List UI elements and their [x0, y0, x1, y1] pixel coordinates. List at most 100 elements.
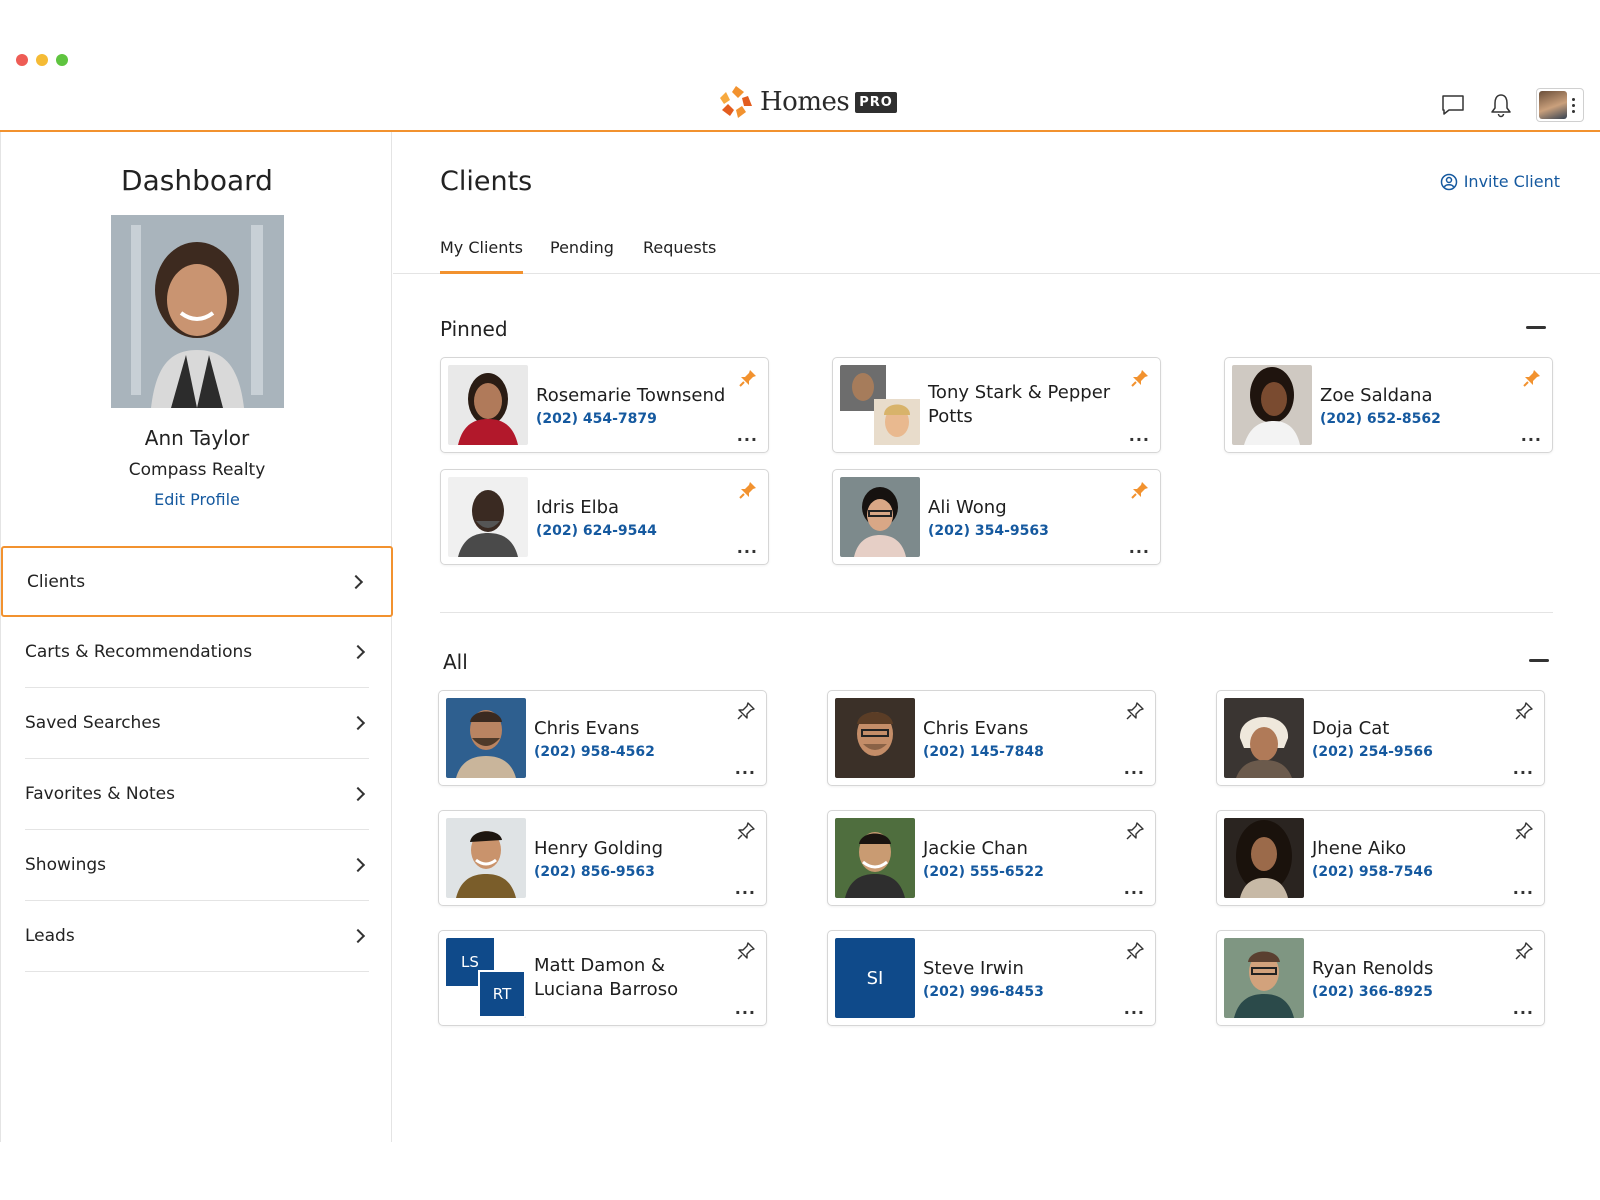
collapse-pinned-button[interactable]: [1526, 326, 1546, 329]
more-options-icon[interactable]: ...: [1129, 428, 1150, 444]
pin-outline-icon[interactable]: [736, 821, 756, 841]
sidebar-item-saved-searches[interactable]: Saved Searches: [25, 688, 369, 759]
client-photo-pair: [840, 365, 920, 445]
client-card[interactable]: Idris Elba (202) 624-9544 ...: [440, 469, 769, 565]
chat-icon[interactable]: [1440, 92, 1466, 118]
collapse-all-button[interactable]: [1529, 659, 1549, 662]
client-card[interactable]: Jackie Chan (202) 555-6522 ...: [827, 810, 1156, 906]
client-name: Jhene Aiko: [1312, 837, 1407, 859]
chevron-right-icon: [350, 786, 366, 802]
close-window-dot[interactable]: [16, 54, 28, 66]
client-name: Idris Elba: [536, 496, 620, 518]
pin-outline-icon[interactable]: [736, 701, 756, 721]
sidebar-item-carts[interactable]: Carts & Recommendations: [25, 617, 369, 688]
more-options-icon[interactable]: ...: [735, 1001, 756, 1017]
pin-outline-icon[interactable]: [1514, 821, 1534, 841]
client-phone[interactable]: (202) 856-9563: [534, 864, 734, 880]
profile-name: Ann Taylor: [144, 426, 250, 450]
client-name: Chris Evans: [534, 717, 640, 739]
more-options-icon[interactable]: ...: [1124, 881, 1145, 897]
client-card[interactable]: Doja Cat (202) 254-9566 ...: [1216, 690, 1545, 786]
client-card[interactable]: Zoe Saldana (202) 652-8562 ...: [1224, 357, 1553, 453]
pin-outline-icon[interactable]: [1514, 941, 1534, 961]
client-name: Chris Evans: [923, 717, 1029, 739]
more-options-icon[interactable]: ...: [1521, 428, 1542, 444]
pin-icon[interactable]: [1522, 368, 1542, 388]
brand-name: Homes: [760, 87, 850, 117]
pin-icon[interactable]: [738, 480, 758, 500]
more-options-icon[interactable]: ...: [1513, 1001, 1534, 1017]
tab-requests[interactable]: Requests: [643, 238, 716, 271]
more-options-icon[interactable]: ...: [735, 881, 756, 897]
main-content: Clients Invite Client My Clients Pending…: [393, 132, 1600, 1142]
client-card[interactable]: Ali Wong (202) 354-9563 ...: [832, 469, 1161, 565]
chevron-right-icon: [350, 644, 366, 660]
homes-pro-logo[interactable]: Homes PRO: [718, 84, 897, 120]
top-header: Homes PRO: [0, 74, 1600, 132]
more-options-icon[interactable]: ...: [1124, 761, 1145, 777]
client-card[interactable]: Rosemarie Townsend (202) 454-7879 ...: [440, 357, 769, 453]
client-phone[interactable]: (202) 354-9563: [928, 523, 1128, 539]
pin-outline-icon[interactable]: [1125, 701, 1145, 721]
sidebar-item-favorites[interactable]: Favorites & Notes: [25, 759, 369, 830]
sidebar-item-label: Clients: [27, 571, 86, 592]
client-initials: RT: [478, 970, 526, 1018]
client-card[interactable]: LS RT Matt Damon & Luciana Barroso ...: [438, 930, 767, 1026]
all-section-title: All: [443, 650, 468, 674]
client-photo: [835, 698, 915, 778]
client-phone[interactable]: (202) 996-8453: [923, 984, 1123, 1000]
client-card[interactable]: Henry Golding (202) 856-9563 ...: [438, 810, 767, 906]
more-options-icon[interactable]: ...: [1513, 761, 1534, 777]
invite-icon: [1440, 173, 1457, 190]
minimize-window-dot[interactable]: [36, 54, 48, 66]
more-options-icon[interactable]: ...: [1124, 1001, 1145, 1017]
tab-my-clients[interactable]: My Clients: [440, 238, 524, 274]
more-options-icon[interactable]: ...: [737, 540, 758, 556]
client-phone[interactable]: (202) 454-7879: [536, 411, 736, 427]
client-name: Steve Irwin: [923, 957, 1024, 979]
pin-outline-icon[interactable]: [1125, 941, 1145, 961]
avatar: [1539, 91, 1567, 119]
client-phone[interactable]: (202) 652-8562: [1320, 411, 1520, 427]
client-card[interactable]: Tony Stark & Pepper Potts ...: [832, 357, 1161, 453]
client-phone[interactable]: (202) 624-9544: [536, 523, 736, 539]
pin-icon[interactable]: [1130, 368, 1150, 388]
edit-profile-link[interactable]: Edit Profile: [1, 490, 393, 509]
more-options-icon[interactable]: ...: [1513, 881, 1534, 897]
sidebar-item-showings[interactable]: Showings: [25, 830, 369, 901]
invite-client-button[interactable]: Invite Client: [1440, 172, 1560, 191]
account-menu-button[interactable]: [1536, 88, 1584, 122]
profile-company: Compass Realty: [128, 460, 266, 480]
client-phone[interactable]: (202) 366-8925: [1312, 984, 1512, 1000]
client-phone[interactable]: (202) 145-7848: [923, 744, 1123, 760]
more-options-icon[interactable]: ...: [735, 761, 756, 777]
client-photo: [448, 477, 528, 557]
sidebar: Dashboard Ann Taylor Compass Realty Edit…: [0, 132, 393, 1142]
more-options-icon[interactable]: ...: [737, 428, 758, 444]
pin-outline-icon[interactable]: [1514, 701, 1534, 721]
client-phone[interactable]: (202) 555-6522: [923, 864, 1123, 880]
bell-icon[interactable]: [1488, 92, 1514, 118]
client-phone[interactable]: (202) 254-9566: [1312, 744, 1512, 760]
client-phone[interactable]: (202) 958-4562: [534, 744, 734, 760]
client-photo: [446, 818, 526, 898]
client-card[interactable]: Ryan Renolds (202) 366-8925 ...: [1216, 930, 1545, 1026]
sidebar-nav: Clients Carts & Recommendations Saved Se…: [1, 546, 393, 972]
client-card[interactable]: Chris Evans (202) 958-4562 ...: [438, 690, 767, 786]
client-card[interactable]: Chris Evans (202) 145-7848 ...: [827, 690, 1156, 786]
more-options-icon[interactable]: ...: [1129, 540, 1150, 556]
client-card[interactable]: Jhene Aiko (202) 958-7546 ...: [1216, 810, 1545, 906]
maximize-window-dot[interactable]: [56, 54, 68, 66]
client-card[interactable]: SI Steve Irwin (202) 996-8453 ...: [827, 930, 1156, 1026]
client-phone[interactable]: (202) 958-7546: [1312, 864, 1512, 880]
tab-pending[interactable]: Pending: [550, 238, 614, 271]
pin-outline-icon[interactable]: [1125, 821, 1145, 841]
sidebar-item-clients[interactable]: Clients: [1, 546, 393, 617]
client-initials-pair: LS RT: [446, 938, 526, 1018]
pin-outline-icon[interactable]: [736, 941, 756, 961]
pin-icon[interactable]: [738, 368, 758, 388]
sidebar-item-leads[interactable]: Leads: [25, 901, 369, 972]
client-photo: [448, 365, 528, 445]
pin-icon[interactable]: [1130, 480, 1150, 500]
chevron-right-icon: [350, 715, 366, 731]
